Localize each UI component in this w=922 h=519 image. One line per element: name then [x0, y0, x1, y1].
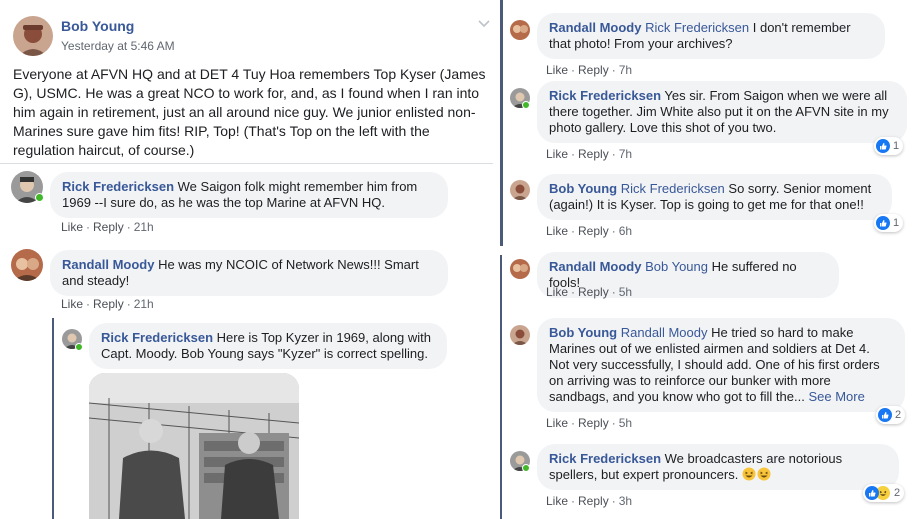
post-divider [0, 163, 493, 164]
comment-author[interactable]: Randall Moody [549, 20, 641, 35]
reaction-count[interactable]: 1 [874, 214, 904, 232]
comment-bubble: Rick Fredericksen We broadcasters are no… [537, 444, 899, 490]
comment-actions: Like · Reply · 6h [546, 224, 633, 238]
comment-mention[interactable]: Bob Young [645, 259, 708, 274]
like-reaction-icon [878, 408, 892, 422]
like-reaction-icon [876, 139, 890, 153]
reply-link[interactable]: Reply [93, 220, 124, 234]
panel-divider [500, 0, 503, 246]
online-status-dot [522, 101, 530, 109]
comment-time[interactable]: 3h [619, 494, 632, 508]
like-link[interactable]: Like [546, 147, 568, 161]
online-status-dot [522, 464, 530, 472]
comment-author[interactable]: Bob Young [549, 325, 617, 340]
commenter-avatar[interactable] [510, 20, 530, 40]
comment-actions: Like · Reply · 7h [546, 147, 633, 161]
reply-link[interactable]: Reply [578, 63, 609, 77]
like-link[interactable]: Like [61, 297, 83, 311]
reaction-number: 1 [893, 140, 900, 152]
like-link[interactable]: Like [61, 220, 83, 234]
commenter-avatar[interactable] [510, 259, 530, 279]
panel-divider [500, 255, 502, 519]
reaction-number: 1 [893, 217, 900, 229]
post-author-name[interactable]: Bob Young [61, 18, 134, 34]
see-more-link[interactable]: See More [808, 389, 864, 404]
online-status-dot [35, 193, 44, 202]
comment-author[interactable]: Rick Fredericksen [101, 330, 213, 345]
laughing-emoji-icon [742, 467, 756, 481]
comment-author[interactable]: Randall Moody [549, 259, 641, 274]
like-link[interactable]: Like [546, 494, 568, 508]
comment-mention[interactable]: Randall Moody [621, 325, 708, 340]
comment-time[interactable]: 6h [619, 224, 632, 238]
comment-bubble: Rick Fredericksen We Saigon folk might r… [50, 172, 448, 218]
attached-photo[interactable] [89, 373, 299, 519]
comment-author[interactable]: Randall Moody [62, 257, 154, 272]
comment-actions: Like · Reply · 5h [546, 416, 633, 430]
reaction-number: 2 [895, 409, 902, 421]
online-status-dot [75, 343, 83, 351]
reply-link[interactable]: Reply [578, 285, 609, 299]
comment-author[interactable]: Bob Young [549, 181, 617, 196]
reaction-number: 2 [894, 487, 901, 499]
comment-actions: Like · Reply · 3h [546, 494, 633, 508]
comment-mention[interactable]: Rick Fredericksen [621, 181, 725, 196]
post-timestamp[interactable]: Yesterday at 5:46 AM [61, 39, 175, 53]
commenter-avatar[interactable] [510, 325, 530, 345]
commenter-avatar[interactable] [11, 249, 43, 281]
comment-actions: Like · Reply · 5h [546, 285, 633, 299]
reaction-count[interactable]: 1 [874, 137, 904, 155]
like-link[interactable]: Like [546, 63, 568, 77]
reaction-count[interactable]: 2 [876, 406, 906, 424]
comment-bubble: Randall Moody He was my NCOIC of Network… [50, 250, 448, 296]
comment-bubble: Bob Young Rick Fredericksen So sorry. Se… [537, 174, 892, 220]
like-reaction-icon [865, 486, 879, 500]
reply-link[interactable]: Reply [578, 494, 609, 508]
like-link[interactable]: Like [546, 416, 568, 430]
comment-author[interactable]: Rick Fredericksen [549, 88, 661, 103]
like-reaction-icon [876, 216, 890, 230]
comment-bubble: Rick Fredericksen Here is Top Kyzer in 1… [89, 323, 447, 369]
post-author-avatar[interactable] [13, 16, 53, 56]
comment-mention[interactable]: Rick Fredericksen [645, 20, 749, 35]
comment-time[interactable]: 7h [619, 63, 632, 77]
reaction-count[interactable]: 2 [863, 484, 905, 502]
reply-link[interactable]: Reply [578, 224, 609, 238]
post-text: Everyone at AFVN HQ and at DET 4 Tuy Hoa… [13, 66, 486, 158]
comment-time[interactable]: 7h [619, 147, 632, 161]
like-link[interactable]: Like [546, 285, 568, 299]
reply-thread-line [52, 318, 54, 519]
comment-time[interactable]: 5h [619, 285, 632, 299]
comment-time[interactable]: 5h [619, 416, 632, 430]
like-link[interactable]: Like [546, 224, 568, 238]
laughing-emoji-icon [757, 467, 771, 481]
reply-link[interactable]: Reply [93, 297, 124, 311]
reply-link[interactable]: Reply [578, 147, 609, 161]
comment-author[interactable]: Rick Fredericksen [62, 179, 174, 194]
comment-time[interactable]: 21h [134, 220, 154, 234]
comment-actions: Like · Reply · 7h [546, 63, 633, 77]
post-options-chevron-icon[interactable] [478, 16, 490, 28]
comment-bubble: Randall Moody Rick Fredericksen I don't … [537, 13, 885, 59]
commenter-avatar[interactable] [510, 180, 530, 200]
comment-actions: Like · Reply · 21h [61, 297, 154, 311]
comment-time[interactable]: 21h [134, 297, 154, 311]
reply-link[interactable]: Reply [578, 416, 609, 430]
comment-actions: Like · Reply · 21h [61, 220, 154, 234]
comment-bubble: Rick Fredericksen Yes sir. From Saigon w… [537, 81, 907, 143]
comment-author[interactable]: Rick Fredericksen [549, 451, 661, 466]
comment-bubble: Bob Young Randall Moody He tried so hard… [537, 318, 905, 412]
